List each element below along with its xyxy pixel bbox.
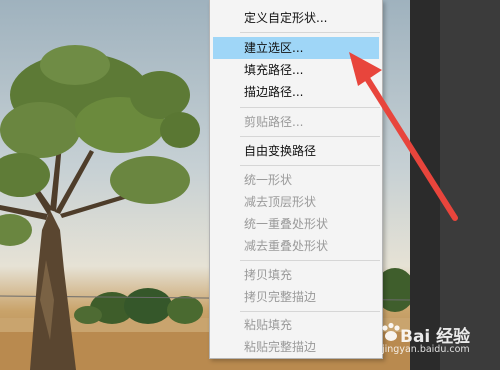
- menu-item-paste-complete-stroke[interactable]: 粘贴完整描边: [213, 336, 379, 358]
- menu-item-copy-complete-stroke[interactable]: 拷贝完整描边: [213, 286, 379, 308]
- menu-item-clipping-path[interactable]: 剪贴路径...: [213, 111, 379, 133]
- menu-separator: [240, 107, 380, 108]
- menu-item-combine-shapes[interactable]: 统一形状: [213, 169, 379, 191]
- paw-icon: [382, 322, 400, 341]
- menu-item-copy-fill[interactable]: 拷贝填充: [213, 264, 379, 286]
- menu-item-intersect-shapes[interactable]: 统一重叠处形状: [213, 213, 379, 235]
- menu-separator: [240, 165, 380, 166]
- menu-item-define-custom-shape[interactable]: 定义自定形状...: [213, 7, 379, 29]
- menu-item-exclude-overlapping[interactable]: 减去重叠处形状: [213, 235, 379, 257]
- menu-item-stroke-path[interactable]: 描边路径...: [213, 81, 379, 103]
- context-menu: 定义自定形状... 建立选区... 填充路径... 描边路径... 剪贴路径..…: [209, 0, 383, 359]
- menu-separator: [240, 260, 380, 261]
- menu-item-subtract-front-shape[interactable]: 减去顶层形状: [213, 191, 379, 213]
- menu-separator: [240, 32, 380, 33]
- baidu-jingyan-watermark: Bai 经验 jingyan.baidu.com: [380, 322, 500, 362]
- menu-item-fill-path[interactable]: 填充路径...: [213, 59, 379, 81]
- menu-item-make-selection[interactable]: 建立选区...: [213, 37, 379, 59]
- dark-panel: [410, 0, 500, 370]
- menu-item-free-transform-path[interactable]: 自由变换路径: [213, 140, 379, 162]
- menu-separator: [240, 136, 380, 137]
- panel-shade: [410, 0, 440, 370]
- watermark-url: jingyan.baidu.com: [382, 344, 470, 355]
- menu-separator: [240, 311, 380, 312]
- menu-item-paste-fill[interactable]: 粘贴填充: [213, 314, 379, 336]
